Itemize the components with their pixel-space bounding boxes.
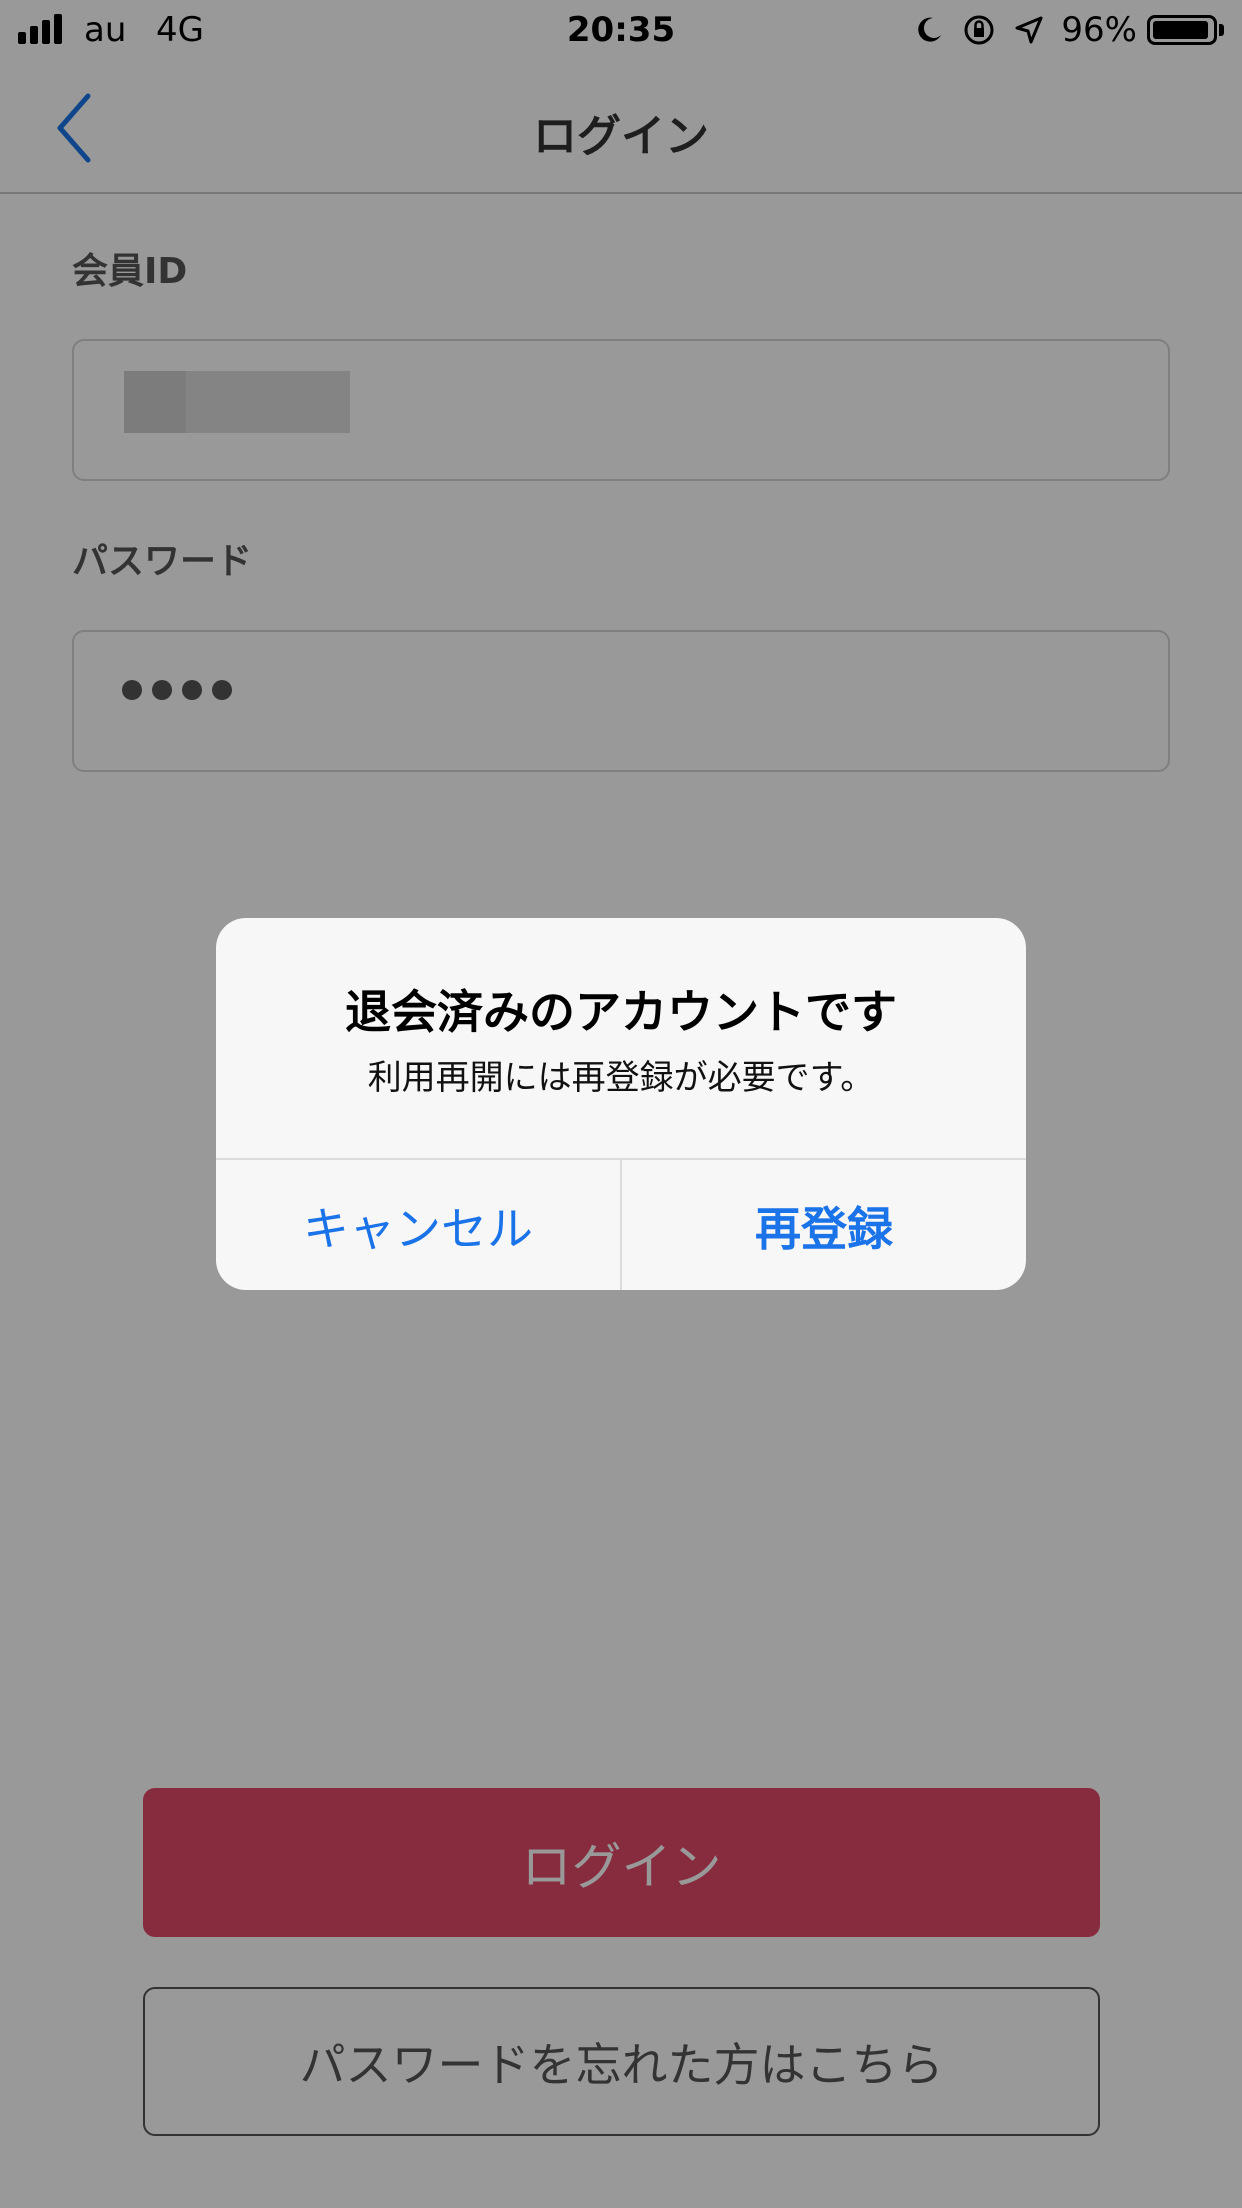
- alert-dialog: 退会済みのアカウントです 利用再開には再登録が必要です。 キャンセル 再登録: [216, 918, 1026, 1290]
- cancel-button[interactable]: キャンセル: [216, 1160, 622, 1290]
- alert-actions: キャンセル 再登録: [216, 1158, 1026, 1290]
- alert-title: 退会済みのアカウントです: [345, 985, 897, 1039]
- alert-message: 利用再開には再登録が必要です。: [367, 1058, 875, 1098]
- reregister-button[interactable]: 再登録: [622, 1160, 1026, 1290]
